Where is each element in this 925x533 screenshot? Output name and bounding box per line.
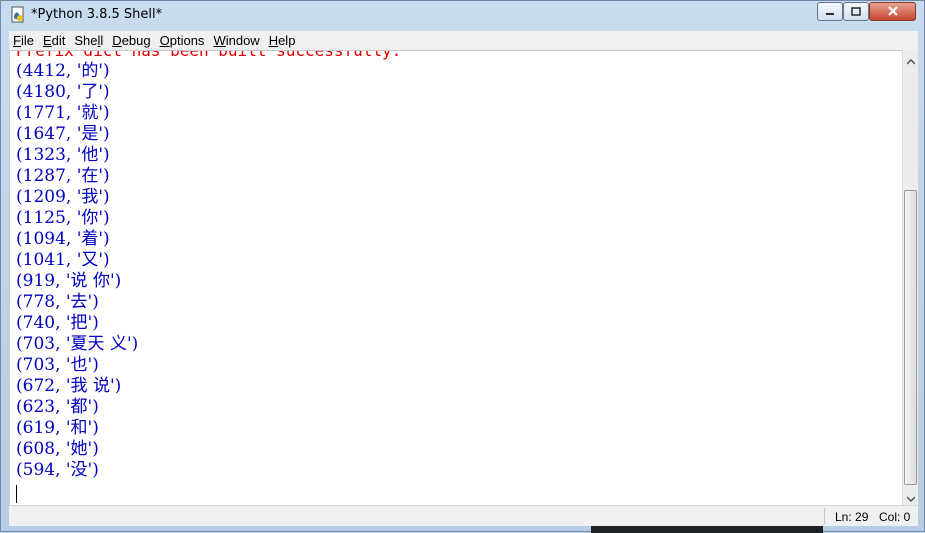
scroll-up-button[interactable] [903,51,919,67]
output-line: (623, '都') [16,397,99,417]
shell-output: Prefix dict has been built successfully.… [16,50,402,481]
output-line: (1041, '又') [16,250,110,270]
output-line: (594, '没') [16,460,99,480]
menu-help[interactable]: Help [265,33,301,48]
column-number: Col: 0 [879,510,911,524]
close-icon [887,2,899,21]
minimize-icon [825,2,835,21]
line-number: Ln: 29 [835,510,869,524]
output-line: (1647, '是') [16,124,110,144]
python-idle-icon[interactable] [10,6,26,24]
vertical-scrollbar[interactable] [902,50,918,505]
output-line: (4412, '的') [16,61,110,81]
menu-bar: File Edit Shell Debug Options Window Hel… [9,31,918,50]
menu-shell[interactable]: Shell [70,33,108,48]
output-line: (703, '也') [16,355,99,375]
scrollbar-thumb[interactable] [904,190,917,485]
output-line: (778, '去') [16,292,99,312]
chevron-up-icon [906,50,916,69]
text-cursor [16,485,17,503]
menu-debug[interactable]: Debug [108,33,155,48]
window-title: *Python 3.8.5 Shell* [31,7,163,22]
shell-text-area[interactable]: Prefix dict has been built successfully.… [9,50,902,505]
output-line: (672, '我 说') [16,376,122,396]
menu-options[interactable]: Options [156,33,210,48]
output-line: (1287, '在') [16,166,110,186]
idle-shell-window: *Python 3.8.5 Shell* File Edit Shell Deb… [0,0,925,533]
maximize-button[interactable] [843,2,869,21]
maximize-icon [851,2,861,21]
output-line: (919, '说 你') [16,271,122,291]
output-line: (1209, '我') [16,187,110,207]
output-line: (619, '和') [16,418,99,438]
menu-edit[interactable]: Edit [39,33,70,48]
menu-file[interactable]: File [9,33,39,48]
output-line: (1771, '就') [16,103,110,123]
status-separator [824,508,825,524]
output-line: (1323, '他') [16,145,110,165]
chevron-down-icon [906,487,916,506]
status-bar: Ln: 29 Col: 0 [9,505,918,526]
output-line: (740, '把') [16,313,99,333]
output-line: (4180, '了') [16,82,110,102]
title-bar[interactable]: *Python 3.8.5 Shell* [1,1,924,29]
stderr-line: Prefix dict has been built successfully. [16,50,402,60]
output-line: (703, '夏天 义') [16,334,139,354]
output-line: (1125, '你') [16,208,110,228]
menu-window[interactable]: Window [209,33,264,48]
scroll-down-button[interactable] [903,488,919,504]
minimize-button[interactable] [817,2,843,21]
close-button[interactable] [869,2,916,21]
output-line: (1094, '着') [16,229,110,249]
output-line: (608, '她') [16,439,99,459]
